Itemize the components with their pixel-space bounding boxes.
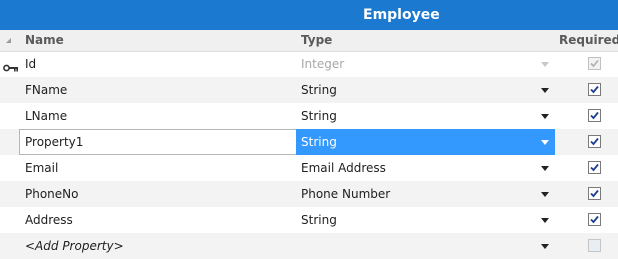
property-name[interactable]: FName <box>25 77 67 103</box>
required-checkbox[interactable] <box>588 239 601 252</box>
property-type[interactable]: String <box>301 103 337 129</box>
required-checkbox[interactable] <box>588 83 601 96</box>
select-all-corner[interactable] <box>6 38 11 43</box>
property-name[interactable]: LName <box>25 103 67 129</box>
key-icon <box>3 61 19 75</box>
type-dropdown[interactable]: String <box>296 129 555 155</box>
chevron-down-icon[interactable] <box>541 166 549 171</box>
entity-title: Employee <box>363 7 440 23</box>
required-checkbox[interactable] <box>588 109 601 122</box>
property-type[interactable]: String <box>301 77 337 103</box>
property-name-editor[interactable]: Property1 <box>19 129 297 155</box>
header-type[interactable]: Type <box>301 33 332 47</box>
chevron-down-icon[interactable] <box>541 244 549 249</box>
property-name[interactable]: PhoneNo <box>25 181 79 207</box>
check-icon <box>590 85 599 94</box>
required-checkbox[interactable] <box>588 135 601 148</box>
property-row[interactable]: PhoneNo Phone Number <box>0 181 618 207</box>
check-icon <box>590 111 599 120</box>
property-row[interactable]: Email Email Address <box>0 155 618 181</box>
add-property-placeholder[interactable]: <Add Property> <box>25 233 124 259</box>
chevron-down-icon <box>541 62 549 67</box>
entity-title-bar: Employee <box>0 0 618 30</box>
chevron-down-icon[interactable] <box>541 218 549 223</box>
chevron-down-icon[interactable] <box>541 140 549 145</box>
property-type[interactable]: String <box>301 129 337 155</box>
property-row-selected[interactable]: Property1 String <box>0 129 618 155</box>
property-type: Integer <box>301 57 345 71</box>
chevron-down-icon[interactable] <box>541 192 549 197</box>
header-name[interactable]: Name <box>25 33 64 47</box>
check-icon <box>590 189 599 198</box>
property-row-id[interactable]: Id Integer <box>0 51 618 77</box>
property-name[interactable]: Property1 <box>25 130 83 154</box>
property-name[interactable]: Address <box>25 207 73 233</box>
chevron-down-icon[interactable] <box>541 88 549 93</box>
property-name[interactable]: Email <box>25 155 58 181</box>
chevron-down-icon[interactable] <box>541 114 549 119</box>
check-icon <box>590 163 599 172</box>
property-type[interactable]: Email Address <box>301 155 386 181</box>
add-property-row[interactable]: <Add Property> <box>0 233 618 259</box>
required-checkbox[interactable] <box>588 213 601 226</box>
check-icon <box>590 59 599 68</box>
property-name[interactable]: Id <box>25 51 36 77</box>
column-header: Name Type Required <box>0 30 618 52</box>
property-row[interactable]: Address String <box>0 207 618 233</box>
check-icon <box>590 137 599 146</box>
property-type[interactable]: String <box>301 207 337 233</box>
required-checkbox <box>588 57 601 70</box>
property-row[interactable]: LName String <box>0 103 618 129</box>
property-row[interactable]: FName String <box>0 77 618 103</box>
check-icon <box>590 215 599 224</box>
header-required[interactable]: Required <box>559 33 618 47</box>
required-checkbox[interactable] <box>588 161 601 174</box>
property-type[interactable]: Phone Number <box>301 181 390 207</box>
required-checkbox[interactable] <box>588 187 601 200</box>
